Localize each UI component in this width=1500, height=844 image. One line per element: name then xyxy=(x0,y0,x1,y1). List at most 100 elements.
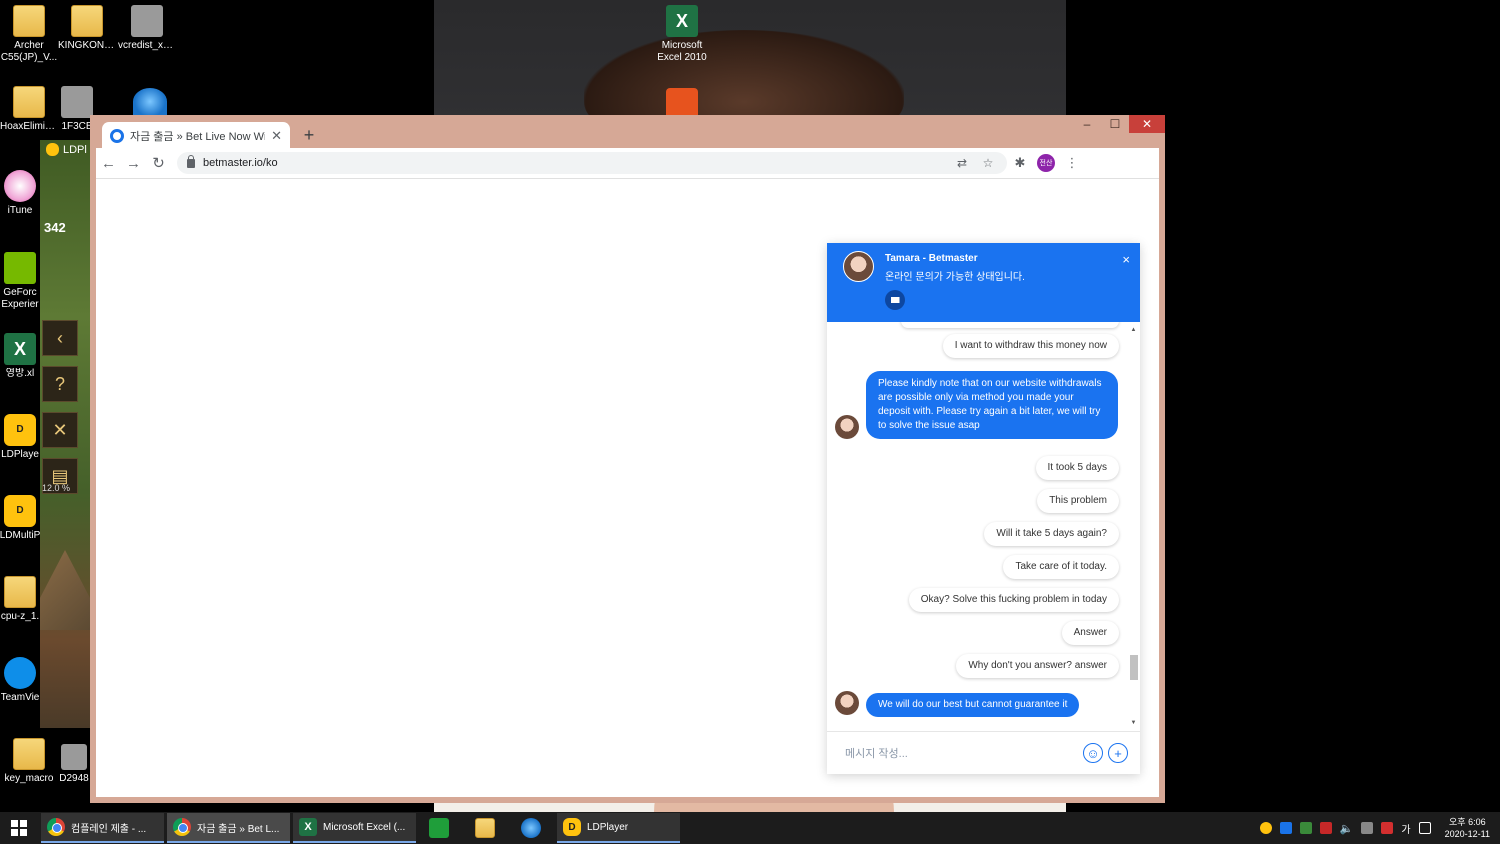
desktop-icon-label: 영방.xl xyxy=(5,368,35,379)
taskbar-button-ldplayer[interactable]: D LDPlayer xyxy=(557,813,680,843)
desktop-icon-d2948[interactable]: D2948 xyxy=(58,744,90,785)
forward-button[interactable]: → xyxy=(121,148,146,178)
desktop-icon-label: HoaxElimin... xyxy=(0,121,58,132)
chrome-icon xyxy=(47,818,65,836)
desktop-icon-geforce[interactable]: GeForc Experier xyxy=(0,252,40,311)
message-input[interactable]: 메시지 작성... xyxy=(845,745,1078,761)
notification-flag-icon[interactable] xyxy=(1381,822,1394,834)
ime-indicator[interactable]: 가 xyxy=(1401,821,1410,836)
desktop-icon-archer[interactable]: Archer C55(JP)_V... xyxy=(0,5,58,64)
file-explorer-icon xyxy=(475,818,495,838)
menu-kebab-icon[interactable]: ⋮ xyxy=(1059,155,1085,171)
attach-plus-icon[interactable]: + xyxy=(1108,743,1128,763)
desktop-icon-label: Archer C55(JP)_V... xyxy=(0,40,58,63)
live-chat-widget: Tamara - Betmaster 온라인 문의가 가능한 상태입니다. × … xyxy=(827,243,1140,774)
translate-icon[interactable]: ⇄ xyxy=(953,156,971,170)
window-controls: – ☐ ✕ xyxy=(1073,115,1165,133)
itunes-icon xyxy=(4,170,36,202)
desktop-icon-key-macro[interactable]: key_macro xyxy=(0,738,58,785)
help-icon[interactable]: ? xyxy=(42,366,78,402)
file-icon xyxy=(61,744,87,770)
url-text[interactable]: betmaster.io/ko xyxy=(203,157,945,169)
title-bar[interactable]: 자금 출금 » Bet Live Now With ✕ + – ☐ ✕ xyxy=(90,115,1165,149)
volume-icon[interactable]: 🔈 xyxy=(1340,822,1354,835)
nvidia-icon xyxy=(4,252,36,284)
taskbar-button-excel[interactable]: X Microsoft Excel (... xyxy=(293,813,416,843)
desktop-icon-itunes[interactable]: iTune xyxy=(0,170,40,217)
screen-capture-icon[interactable] xyxy=(666,88,698,115)
back-button[interactable]: ← xyxy=(96,148,121,178)
taskbar-pin-ie[interactable] xyxy=(508,812,554,844)
taskbar-button-withdrawal[interactable]: 자금 출금 » Bet L... xyxy=(167,813,290,843)
desktop-icon-teamviewer[interactable]: TeamVie xyxy=(0,657,40,704)
extensions-puzzle-icon[interactable]: ✱ xyxy=(1007,155,1033,171)
desktop-icon-excel-file[interactable]: X 영방.xl xyxy=(0,333,40,380)
tab-close-icon[interactable]: ✕ xyxy=(271,128,282,144)
desktop-icon-cpuz[interactable]: cpu-z_1. xyxy=(0,576,40,623)
antivirus-tray-icon[interactable] xyxy=(1319,822,1332,834)
bookmark-star-icon[interactable]: ☆ xyxy=(979,156,997,170)
reload-button[interactable]: ↻ xyxy=(146,148,171,178)
new-tab-button[interactable]: + xyxy=(298,124,320,146)
excel-icon: X xyxy=(666,5,698,37)
desktop-icon-excel-2010[interactable]: X Microsoft Excel 2010 xyxy=(653,5,711,64)
desktop-icon-vcredist[interactable]: vcredist_x6... xyxy=(118,5,176,52)
game-window-strip[interactable]: 342 ‹ ? ✕ ▤ 12.0 % xyxy=(40,140,90,728)
agent-avatar xyxy=(843,251,874,282)
start-button[interactable] xyxy=(0,812,38,844)
user-message: This problem xyxy=(1037,489,1119,513)
chat-tray-icon[interactable] xyxy=(1279,822,1292,834)
chat-message-list[interactable]: I want to withdraw this money now Please… xyxy=(827,322,1140,731)
keyboard-icon[interactable] xyxy=(1418,822,1431,834)
chat-close-button[interactable]: × xyxy=(1122,252,1130,267)
taskbar-button-label: 자금 출금 » Bet L... xyxy=(197,823,280,835)
internet-explorer-icon xyxy=(521,818,541,838)
emoji-icon[interactable]: ☺ xyxy=(1083,743,1103,763)
desktop-icon-ldmultiplayer[interactable]: D LDMultiP xyxy=(0,495,40,542)
profile-avatar[interactable]: 전산 xyxy=(1037,154,1055,172)
lock-icon[interactable] xyxy=(187,154,195,168)
chat-input-bar: 메시지 작성... ☺ + xyxy=(827,731,1140,774)
scrollbar-thumb[interactable] xyxy=(1130,655,1138,680)
address-bar[interactable]: betmaster.io/ko ⇄ ☆ xyxy=(177,152,1007,174)
scroll-up-icon[interactable]: ▲ xyxy=(1129,326,1138,334)
user-message: Will it take 5 days again? xyxy=(984,522,1119,546)
desktop-icon-label: LDPlaye xyxy=(1,449,39,460)
desktop-icon-hoaxeliminator[interactable]: HoaxElimin... xyxy=(0,86,58,133)
taskbar-pin-store[interactable] xyxy=(416,812,462,844)
email-button[interactable] xyxy=(885,290,905,310)
taskbar-button-label: Microsoft Excel (... xyxy=(323,821,406,833)
shield-tray-icon[interactable] xyxy=(1299,822,1312,834)
internet-explorer-icon[interactable] xyxy=(133,88,167,115)
game-building-icon xyxy=(40,550,90,630)
clock-date: 2020-12-11 xyxy=(1444,829,1490,839)
ldplayer-tray-icon[interactable] xyxy=(1259,822,1272,834)
minimize-button[interactable]: – xyxy=(1073,115,1101,133)
folder-icon xyxy=(13,86,45,118)
taskbar-button-complaint[interactable]: 컴플레인 제출 - ... xyxy=(41,813,164,843)
agent-status: 온라인 문의가 가능한 상태입니다. xyxy=(885,272,1025,283)
desktop-icon-ldplayer[interactable]: D LDPlaye xyxy=(0,414,40,461)
user-message: Answer xyxy=(1061,621,1119,645)
chat-scrollbar[interactable]: ▲ ▼ xyxy=(1129,326,1138,727)
folder-icon xyxy=(13,738,45,770)
ldplayer-window-tag[interactable]: LDPl xyxy=(46,143,87,156)
map-icon[interactable]: ✕ xyxy=(42,412,78,448)
envelope-icon xyxy=(890,297,900,303)
desktop-icon-kingkong[interactable]: KINGKONG... xyxy=(58,5,116,52)
tab-title: 자금 출금 » Bet Live Now With xyxy=(130,130,266,143)
scroll-down-icon[interactable]: ▼ xyxy=(1129,719,1138,727)
clock[interactable]: 오후 6:06 2020-12-11 xyxy=(1445,816,1490,840)
tab-withdrawal[interactable]: 자금 출금 » Bet Live Now With ✕ xyxy=(102,122,290,149)
ldplayer-icon: D xyxy=(563,818,581,836)
installer-icon xyxy=(131,5,163,37)
desktop-icon-label: LDMultiP xyxy=(0,530,40,541)
network-icon[interactable] xyxy=(1361,822,1374,834)
ldplayer-icon xyxy=(46,143,59,156)
desktop-icon-label: vcredist_x6... xyxy=(118,40,176,51)
taskbar-pin-explorer[interactable] xyxy=(462,812,508,844)
agent-message: We will do our best but cannot guarantee… xyxy=(866,693,1080,717)
close-window-button[interactable]: ✕ xyxy=(1129,115,1165,133)
back-arrow-icon[interactable]: ‹ xyxy=(42,320,78,356)
maximize-button[interactable]: ☐ xyxy=(1101,115,1129,133)
